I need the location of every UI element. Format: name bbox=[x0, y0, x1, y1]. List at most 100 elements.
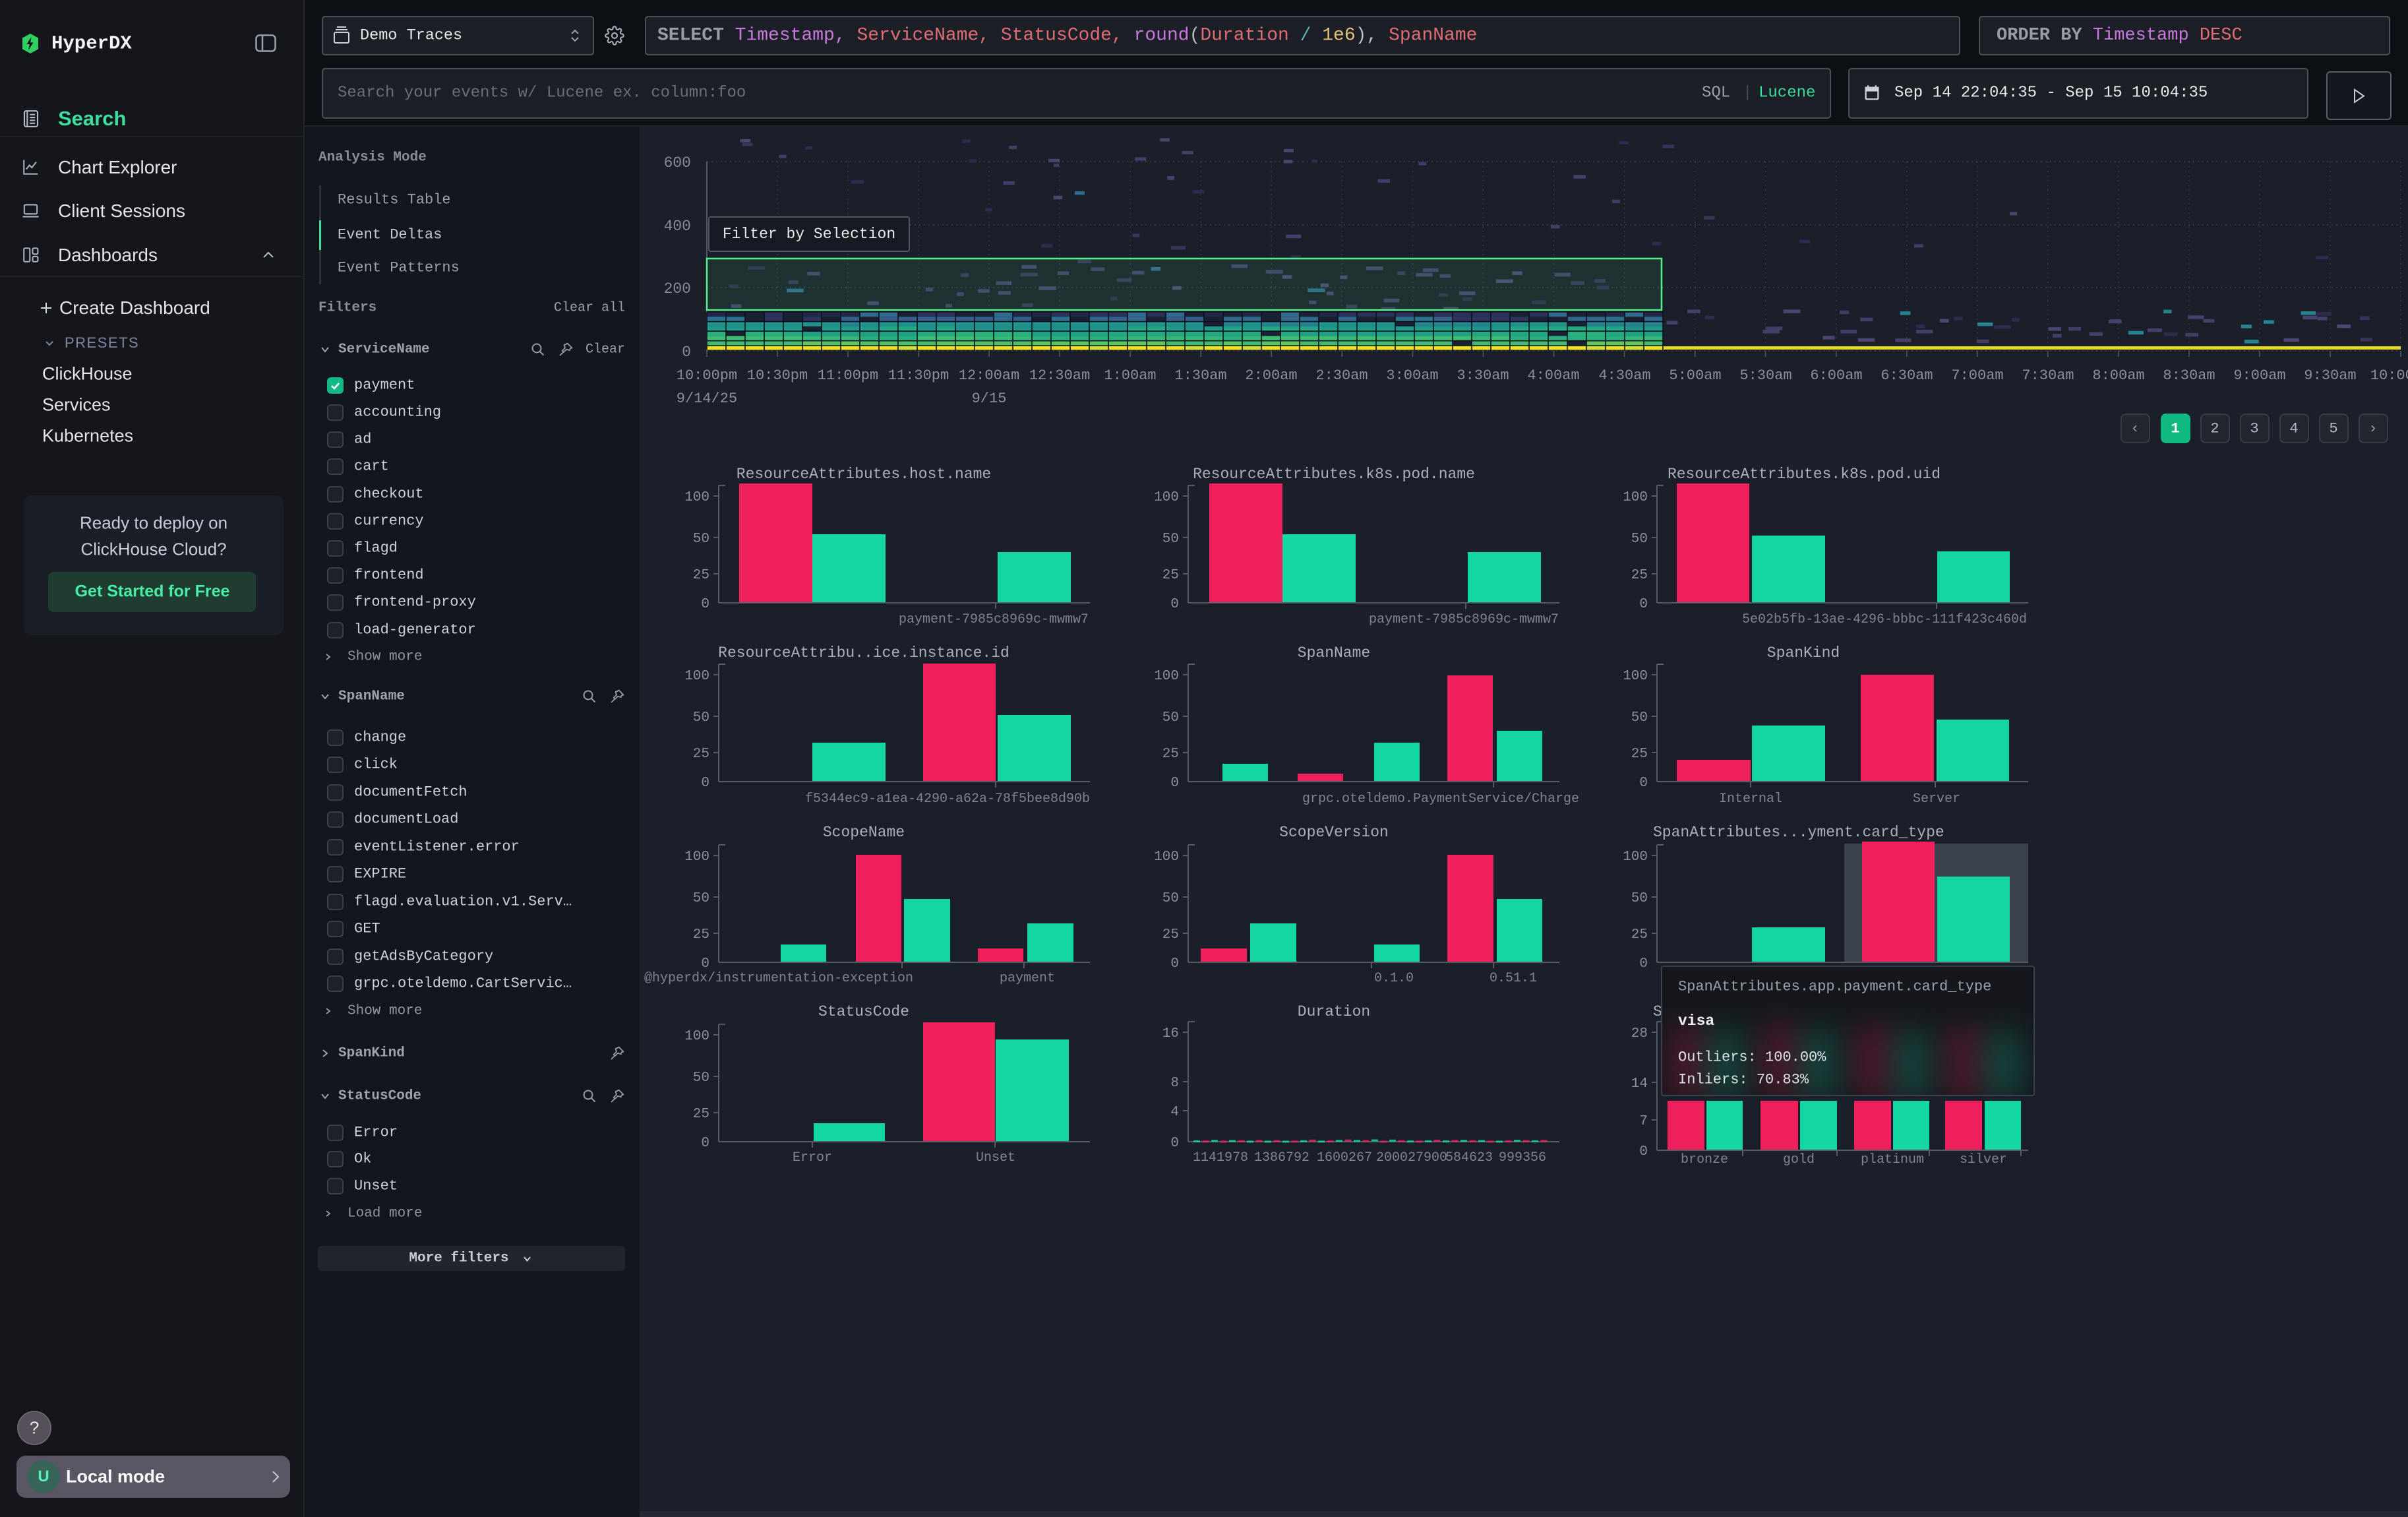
svg-text:25: 25 bbox=[693, 568, 709, 583]
svg-text:25: 25 bbox=[693, 927, 709, 943]
svg-text:100: 100 bbox=[684, 850, 709, 865]
svg-text:ResourceAttributes.k8s.pod.nam: ResourceAttributes.k8s.pod.name bbox=[1193, 466, 1475, 483]
svg-text:0: 0 bbox=[1170, 956, 1179, 972]
svg-text:payment: payment bbox=[1000, 971, 1055, 986]
svg-text:5e02b5fb-13ae-4296-bbbc-111f42: 5e02b5fb-13ae-4296-bbbc-111f423c460d bbox=[1742, 612, 2027, 627]
svg-text:SpanKind: SpanKind bbox=[1767, 644, 1840, 662]
svg-text:25: 25 bbox=[693, 1107, 709, 1122]
svg-text:100: 100 bbox=[684, 669, 709, 684]
svg-text:SpanAttributes...yment.card_ty: SpanAttributes...yment.card_type bbox=[1653, 824, 1944, 841]
svg-text:1:00am: 1:00am bbox=[1104, 367, 1156, 384]
svg-text:100: 100 bbox=[1154, 669, 1179, 684]
svg-text:8:00am: 8:00am bbox=[2092, 367, 2144, 384]
svg-text:ScopeVersion: ScopeVersion bbox=[1279, 824, 1389, 841]
svg-text:ResourceAttribu..ice.instance.: ResourceAttribu..ice.instance.id bbox=[718, 644, 1009, 662]
svg-text:0: 0 bbox=[701, 1136, 709, 1151]
svg-text:999356: 999356 bbox=[1499, 1150, 1546, 1165]
svg-text:50: 50 bbox=[1631, 710, 1648, 726]
svg-text:9:00am: 9:00am bbox=[2233, 367, 2285, 384]
svg-text:25: 25 bbox=[1631, 568, 1648, 583]
svg-text:14: 14 bbox=[1631, 1076, 1648, 1092]
svg-text:50: 50 bbox=[1631, 891, 1648, 906]
svg-text:50: 50 bbox=[1631, 532, 1648, 547]
svg-text:400: 400 bbox=[664, 218, 691, 235]
svg-text:silver: silver bbox=[1960, 1152, 2007, 1167]
svg-text:25: 25 bbox=[693, 747, 709, 762]
svg-text:7:00am: 7:00am bbox=[1951, 367, 2003, 384]
svg-text:4: 4 bbox=[1170, 1105, 1179, 1120]
svg-text:0: 0 bbox=[1639, 956, 1648, 972]
svg-text:9/15: 9/15 bbox=[972, 390, 1007, 407]
svg-text:200: 200 bbox=[664, 280, 691, 297]
svg-text:8: 8 bbox=[1170, 1076, 1179, 1091]
svg-text:25: 25 bbox=[1162, 568, 1179, 583]
svg-text:0: 0 bbox=[1639, 1144, 1648, 1160]
svg-text:0: 0 bbox=[1639, 597, 1648, 612]
svg-text:ResourceAttributes.k8s.pod.uid: ResourceAttributes.k8s.pod.uid bbox=[1668, 466, 1941, 483]
svg-text:100: 100 bbox=[684, 1029, 709, 1044]
svg-text:Server: Server bbox=[1913, 791, 1960, 807]
svg-text:2:00am: 2:00am bbox=[1245, 367, 1297, 384]
svg-text:50: 50 bbox=[693, 710, 709, 726]
svg-text:9:30am: 9:30am bbox=[2304, 367, 2356, 384]
svg-text:1141978: 1141978 bbox=[1193, 1150, 1248, 1165]
svg-text:25: 25 bbox=[1631, 927, 1648, 943]
svg-text:28: 28 bbox=[1631, 1026, 1648, 1041]
svg-text:50: 50 bbox=[693, 891, 709, 906]
svg-text:100: 100 bbox=[1154, 850, 1179, 865]
svg-text:50: 50 bbox=[1162, 532, 1179, 547]
svg-text:3:00am: 3:00am bbox=[1386, 367, 1438, 384]
svg-text:12:30am: 12:30am bbox=[1029, 367, 1090, 384]
svg-text:10:00am: 10:00am bbox=[2370, 367, 2408, 384]
svg-text:6:30am: 6:30am bbox=[1881, 367, 1933, 384]
svg-text:grpc.oteldemo.PaymentService/C: grpc.oteldemo.PaymentService/Charge bbox=[1302, 791, 1579, 807]
svg-text:100: 100 bbox=[1154, 490, 1179, 505]
svg-text:0: 0 bbox=[701, 776, 709, 791]
svg-text:0.1.0: 0.1.0 bbox=[1374, 971, 1414, 986]
svg-text:9/14/25: 9/14/25 bbox=[677, 390, 737, 407]
svg-text:100: 100 bbox=[1623, 669, 1648, 684]
svg-text:payment-7985c8969c-mwmw7: payment-7985c8969c-mwmw7 bbox=[1369, 612, 1559, 627]
svg-text:16: 16 bbox=[1162, 1026, 1179, 1041]
svg-text:0: 0 bbox=[1170, 776, 1179, 791]
svg-text:0.51.1: 0.51.1 bbox=[1490, 971, 1537, 986]
svg-text:0: 0 bbox=[682, 344, 691, 361]
svg-text:platinum: platinum bbox=[1861, 1152, 1924, 1167]
svg-text:1386792: 1386792 bbox=[1254, 1150, 1309, 1165]
svg-text:200027900: 200027900 bbox=[1376, 1150, 1447, 1165]
svg-text:5:30am: 5:30am bbox=[1739, 367, 1791, 384]
svg-text:10:30pm: 10:30pm bbox=[747, 367, 808, 384]
svg-text:0: 0 bbox=[1639, 776, 1648, 791]
svg-text:f5344ec9-a1ea-4290-a62a-78f5be: f5344ec9-a1ea-4290-a62a-78f5bee8d90b bbox=[805, 791, 1090, 807]
svg-text:gold: gold bbox=[1783, 1152, 1815, 1167]
svg-text:SpanName: SpanName bbox=[1298, 644, 1370, 662]
svg-text:25: 25 bbox=[1631, 747, 1648, 762]
svg-text:11:00pm: 11:00pm bbox=[818, 367, 878, 384]
svg-text:Unset: Unset bbox=[976, 1150, 1015, 1165]
svg-text:100: 100 bbox=[1623, 490, 1648, 505]
svg-text:8:30am: 8:30am bbox=[2163, 367, 2215, 384]
svg-text:@hyperdx/instrumentation-excep: @hyperdx/instrumentation-exception bbox=[644, 971, 913, 986]
svg-text:0: 0 bbox=[701, 597, 709, 612]
svg-text:100: 100 bbox=[1623, 850, 1648, 865]
svg-text:payment-7985c8969c-mwmw7: payment-7985c8969c-mwmw7 bbox=[899, 612, 1089, 627]
svg-text:Duration: Duration bbox=[1298, 1003, 1370, 1020]
svg-text:Internal: Internal bbox=[1719, 791, 1782, 807]
svg-text:ResourceAttributes.host.name: ResourceAttributes.host.name bbox=[737, 466, 991, 483]
svg-text:3:30am: 3:30am bbox=[1457, 367, 1509, 384]
svg-text:50: 50 bbox=[1162, 891, 1179, 906]
svg-text:0: 0 bbox=[701, 956, 709, 972]
svg-text:5:00am: 5:00am bbox=[1669, 367, 1721, 384]
svg-text:6:00am: 6:00am bbox=[1810, 367, 1862, 384]
svg-text:12:00am: 12:00am bbox=[959, 367, 1019, 384]
svg-text:2:30am: 2:30am bbox=[1315, 367, 1368, 384]
svg-text:4:00am: 4:00am bbox=[1527, 367, 1579, 384]
svg-text:25: 25 bbox=[1162, 747, 1179, 762]
svg-text:584623: 584623 bbox=[1445, 1150, 1493, 1165]
svg-text:0: 0 bbox=[1170, 1136, 1179, 1151]
svg-text:1:30am: 1:30am bbox=[1174, 367, 1226, 384]
svg-text:Error: Error bbox=[793, 1150, 832, 1165]
svg-text:25: 25 bbox=[1162, 927, 1179, 943]
svg-text:10:00pm: 10:00pm bbox=[677, 367, 737, 384]
svg-text:1600267: 1600267 bbox=[1317, 1150, 1372, 1165]
